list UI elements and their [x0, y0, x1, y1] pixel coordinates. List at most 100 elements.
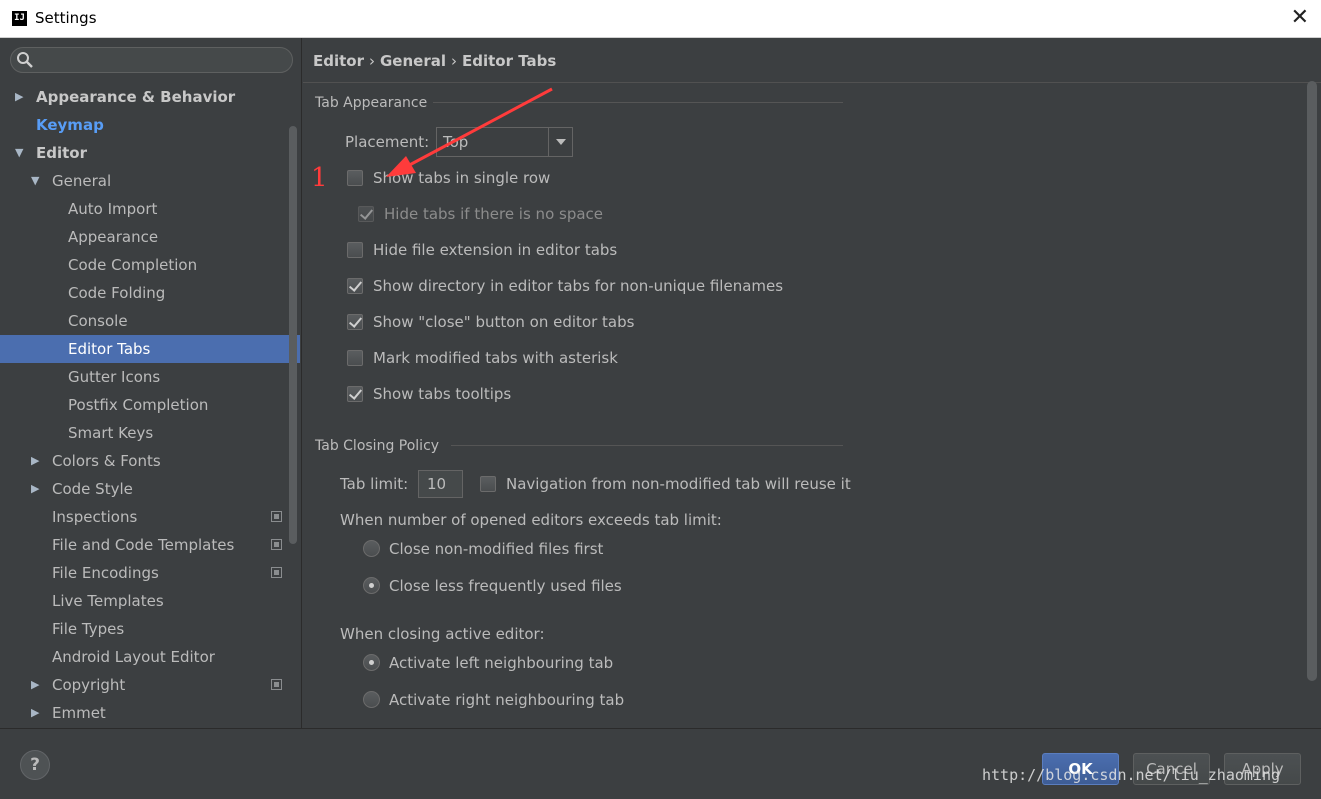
sidebar-item-file-encodings[interactable]: File Encodings	[0, 559, 300, 587]
show-directory-checkbox[interactable]	[347, 278, 363, 294]
close-less-frequent-label: Close less frequently used files	[389, 577, 622, 595]
show-close-button-checkbox[interactable]	[347, 314, 363, 330]
sidebar-item-code-completion[interactable]: Code Completion	[0, 251, 300, 279]
sidebar-item-label: File Encodings	[52, 564, 159, 582]
sidebar-item-label: Appearance & Behavior	[36, 88, 236, 106]
breadcrumb: Editor › General › Editor Tabs	[313, 52, 556, 70]
activate-right-radio[interactable]	[363, 691, 380, 708]
sidebar-item-label: Live Templates	[52, 592, 164, 610]
sidebar-item-editor-tabs[interactable]: Editor Tabs	[0, 335, 300, 363]
tab-limit-input[interactable]: 10	[418, 470, 463, 498]
sidebar-item-console[interactable]: Console	[0, 307, 300, 335]
content-scrollbar[interactable]	[1307, 81, 1317, 681]
header-divider	[303, 82, 1321, 83]
hide-file-extension-label: Hide file extension in editor tabs	[373, 241, 618, 259]
sidebar-item-label: Auto Import	[68, 200, 158, 218]
hide-tabs-no-space-checkbox	[358, 206, 374, 222]
sidebar-item-label: File Types	[52, 620, 125, 638]
watermark-text: http://blog.csdn.net/liu_zhaoming	[982, 766, 1281, 784]
tab-limit-value: 10	[427, 475, 447, 493]
sidebar-item-emmet[interactable]: ▶ Emmet	[0, 699, 300, 727]
sidebar-item-label: Keymap	[36, 116, 104, 134]
sidebar-item-copyright[interactable]: ▶ Copyright	[0, 671, 300, 699]
hide-file-extension-checkbox[interactable]	[347, 242, 363, 258]
show-close-button-label: Show "close" button on editor tabs	[373, 313, 635, 331]
sidebar-item-general[interactable]: ▼ General	[0, 167, 300, 195]
close-window-button[interactable]: ✕	[1291, 5, 1309, 31]
breadcrumb-separator: ›	[451, 52, 457, 70]
sidebar-item-label: General	[52, 172, 112, 190]
sidebar-item-file-types[interactable]: File Types	[0, 615, 300, 643]
search-icon	[17, 52, 33, 68]
close-less-frequent-radio[interactable]	[363, 577, 380, 594]
mark-modified-label: Mark modified tabs with asterisk	[373, 349, 618, 367]
project-settings-icon	[271, 539, 282, 550]
show-tabs-single-row-checkbox[interactable]	[347, 170, 363, 186]
sidebar-item-label: Android Layout Editor	[52, 648, 215, 666]
window-title: Settings	[35, 9, 97, 27]
activate-left-label: Activate left neighbouring tab	[389, 654, 614, 672]
expanded-arrow-icon[interactable]: ▼	[15, 139, 23, 167]
settings-sidebar: ▶ Appearance & Behavior Keymap ▼ Editor ▼ Gene…	[0, 38, 302, 728]
sidebar-item-gutter-icons[interactable]: Gutter Icons	[0, 363, 300, 391]
collapsed-arrow-icon[interactable]: ▶	[31, 447, 39, 475]
sidebar-item-appearance-behavior[interactable]: ▶ Appearance & Behavior	[0, 83, 300, 111]
sidebar-item-label: Copyright	[52, 676, 126, 694]
show-directory-label: Show directory in editor tabs for non-un…	[373, 277, 784, 295]
dialog-footer: ? OK Cancel Apply	[0, 728, 1321, 799]
sidebar-item-postfix-completion[interactable]: Postfix Completion	[0, 391, 300, 419]
sidebar-item-code-folding[interactable]: Code Folding	[0, 279, 300, 307]
exceed-limit-label: When number of opened editors exceeds ta…	[340, 511, 722, 529]
sidebar-item-file-and-code-templates[interactable]: File and Code Templates	[0, 531, 300, 559]
close-non-modified-radio[interactable]	[363, 540, 380, 557]
sidebar-item-label: Emmet	[52, 704, 106, 722]
sidebar-item-colors-fonts[interactable]: ▶ Colors & Fonts	[0, 447, 300, 475]
show-tooltips-label: Show tabs tooltips	[373, 385, 512, 403]
sidebar-item-label: Appearance	[68, 228, 159, 246]
project-settings-icon	[271, 567, 282, 578]
sidebar-item-keymap[interactable]: Keymap	[0, 111, 300, 139]
sidebar-item-editor[interactable]: ▼ Editor	[0, 139, 300, 167]
sidebar-item-label: Code Style	[52, 480, 133, 498]
tab-closing-divider	[451, 445, 843, 446]
sidebar-item-label: File and Code Templates	[52, 536, 235, 554]
sidebar-item-android-layout-editor[interactable]: Android Layout Editor	[0, 643, 300, 671]
sidebar-item-auto-import[interactable]: Auto Import	[0, 195, 300, 223]
close-non-modified-label: Close non-modified files first	[389, 540, 604, 558]
show-tooltips-checkbox[interactable]	[347, 386, 363, 402]
intellij-app-icon: IJ	[12, 11, 27, 26]
hide-tabs-no-space-label: Hide tabs if there is no space	[384, 205, 604, 223]
collapsed-arrow-icon[interactable]: ▶	[15, 83, 23, 111]
activate-right-label: Activate right neighbouring tab	[389, 691, 625, 709]
collapsed-arrow-icon[interactable]: ▶	[31, 475, 39, 503]
activate-left-radio[interactable]	[363, 654, 380, 671]
breadcrumb-editor-tabs: Editor Tabs	[462, 52, 557, 70]
sidebar-item-appearance[interactable]: Appearance	[0, 223, 300, 251]
sidebar-item-label: Colors & Fonts	[52, 452, 161, 470]
sidebar-item-inspections[interactable]: Inspections	[0, 503, 300, 531]
expanded-arrow-icon[interactable]: ▼	[31, 167, 39, 195]
collapsed-arrow-icon[interactable]: ▶	[31, 699, 39, 727]
annotation-arrow-icon	[386, 87, 553, 177]
sidebar-item-label: Code Folding	[68, 284, 166, 302]
help-button[interactable]: ?	[20, 750, 50, 780]
sidebar-item-smart-keys[interactable]: Smart Keys	[0, 419, 300, 447]
sidebar-item-label: Editor Tabs	[68, 340, 151, 358]
tab-closing-title: Tab Closing Policy	[315, 438, 440, 454]
nav-reuse-checkbox[interactable]	[480, 476, 496, 492]
sidebar-item-label: Editor	[36, 144, 87, 162]
settings-search-input[interactable]	[10, 47, 293, 73]
breadcrumb-general: General	[380, 52, 446, 70]
project-settings-icon	[271, 511, 282, 522]
breadcrumb-separator: ›	[369, 52, 375, 70]
project-settings-icon	[271, 679, 282, 690]
sidebar-item-label: Code Completion	[68, 256, 198, 274]
annotation-number: 1	[311, 163, 328, 193]
sidebar-item-live-templates[interactable]: Live Templates	[0, 587, 300, 615]
closing-active-label: When closing active editor:	[340, 625, 545, 643]
sidebar-item-code-style[interactable]: ▶ Code Style	[0, 475, 300, 503]
mark-modified-checkbox[interactable]	[347, 350, 363, 366]
sidebar-scrollbar[interactable]	[289, 126, 297, 544]
sidebar-item-label: Console	[68, 312, 128, 330]
collapsed-arrow-icon[interactable]: ▶	[31, 671, 39, 699]
